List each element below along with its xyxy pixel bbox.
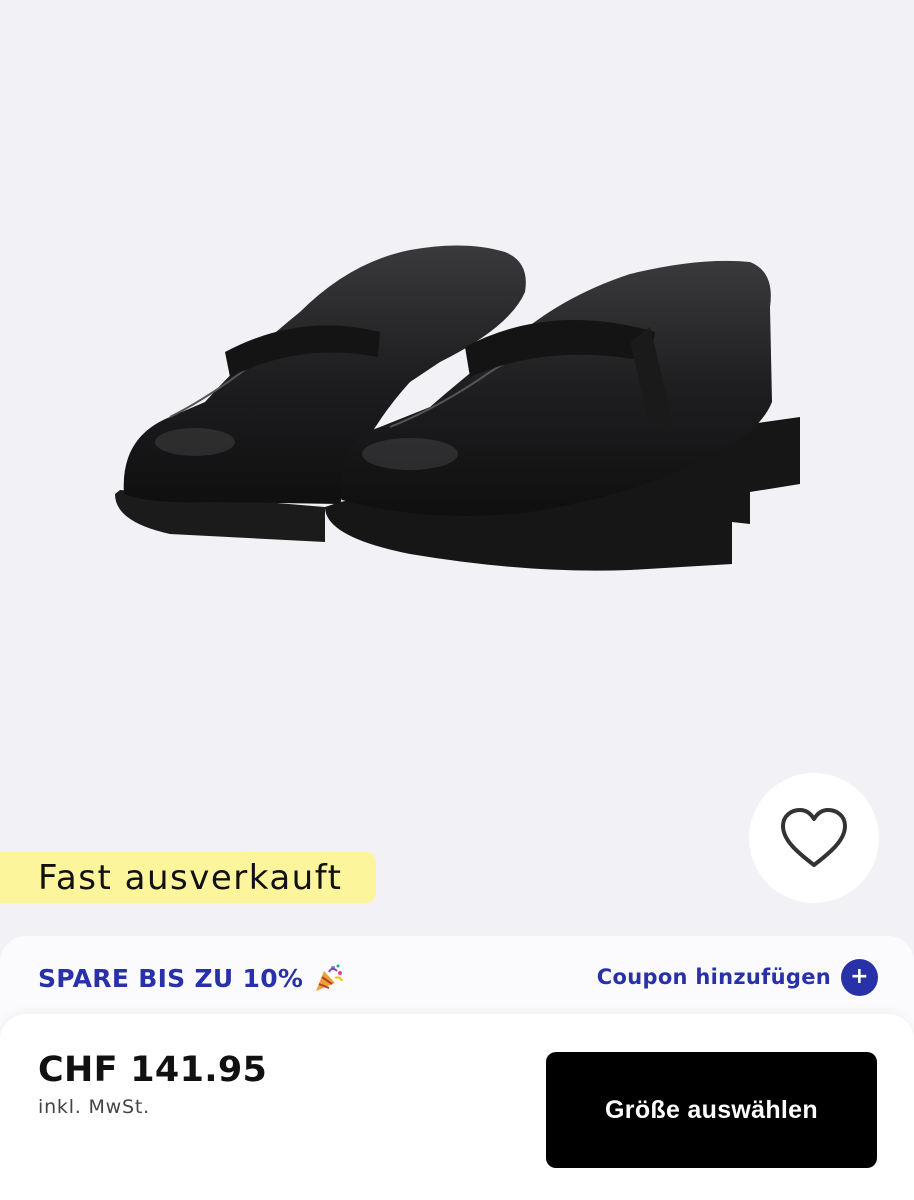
- add-coupon-label: Coupon hinzufügen: [596, 965, 831, 989]
- coupon-promo: SPARE BIS ZU 10%: [38, 961, 345, 995]
- stock-badge: Fast ausverkauft: [0, 852, 376, 903]
- product-price: CHF 141.95: [38, 1050, 268, 1090]
- coupon-promo-text: SPARE BIS ZU 10%: [38, 963, 304, 993]
- add-coupon-button[interactable]: Coupon hinzufügen +: [597, 958, 878, 996]
- heart-icon: [779, 807, 849, 869]
- tax-note: inkl. MwSt.: [38, 1096, 150, 1118]
- stock-badge-label: Fast ausverkauft: [38, 857, 343, 898]
- select-size-button[interactable]: Größe auswählen: [546, 1052, 877, 1168]
- product-image[interactable]: [110, 232, 805, 594]
- plus-icon: +: [841, 958, 878, 996]
- select-size-label: Größe auswählen: [605, 1095, 818, 1124]
- party-popper-icon: [313, 963, 345, 993]
- favorite-button[interactable]: [749, 773, 879, 903]
